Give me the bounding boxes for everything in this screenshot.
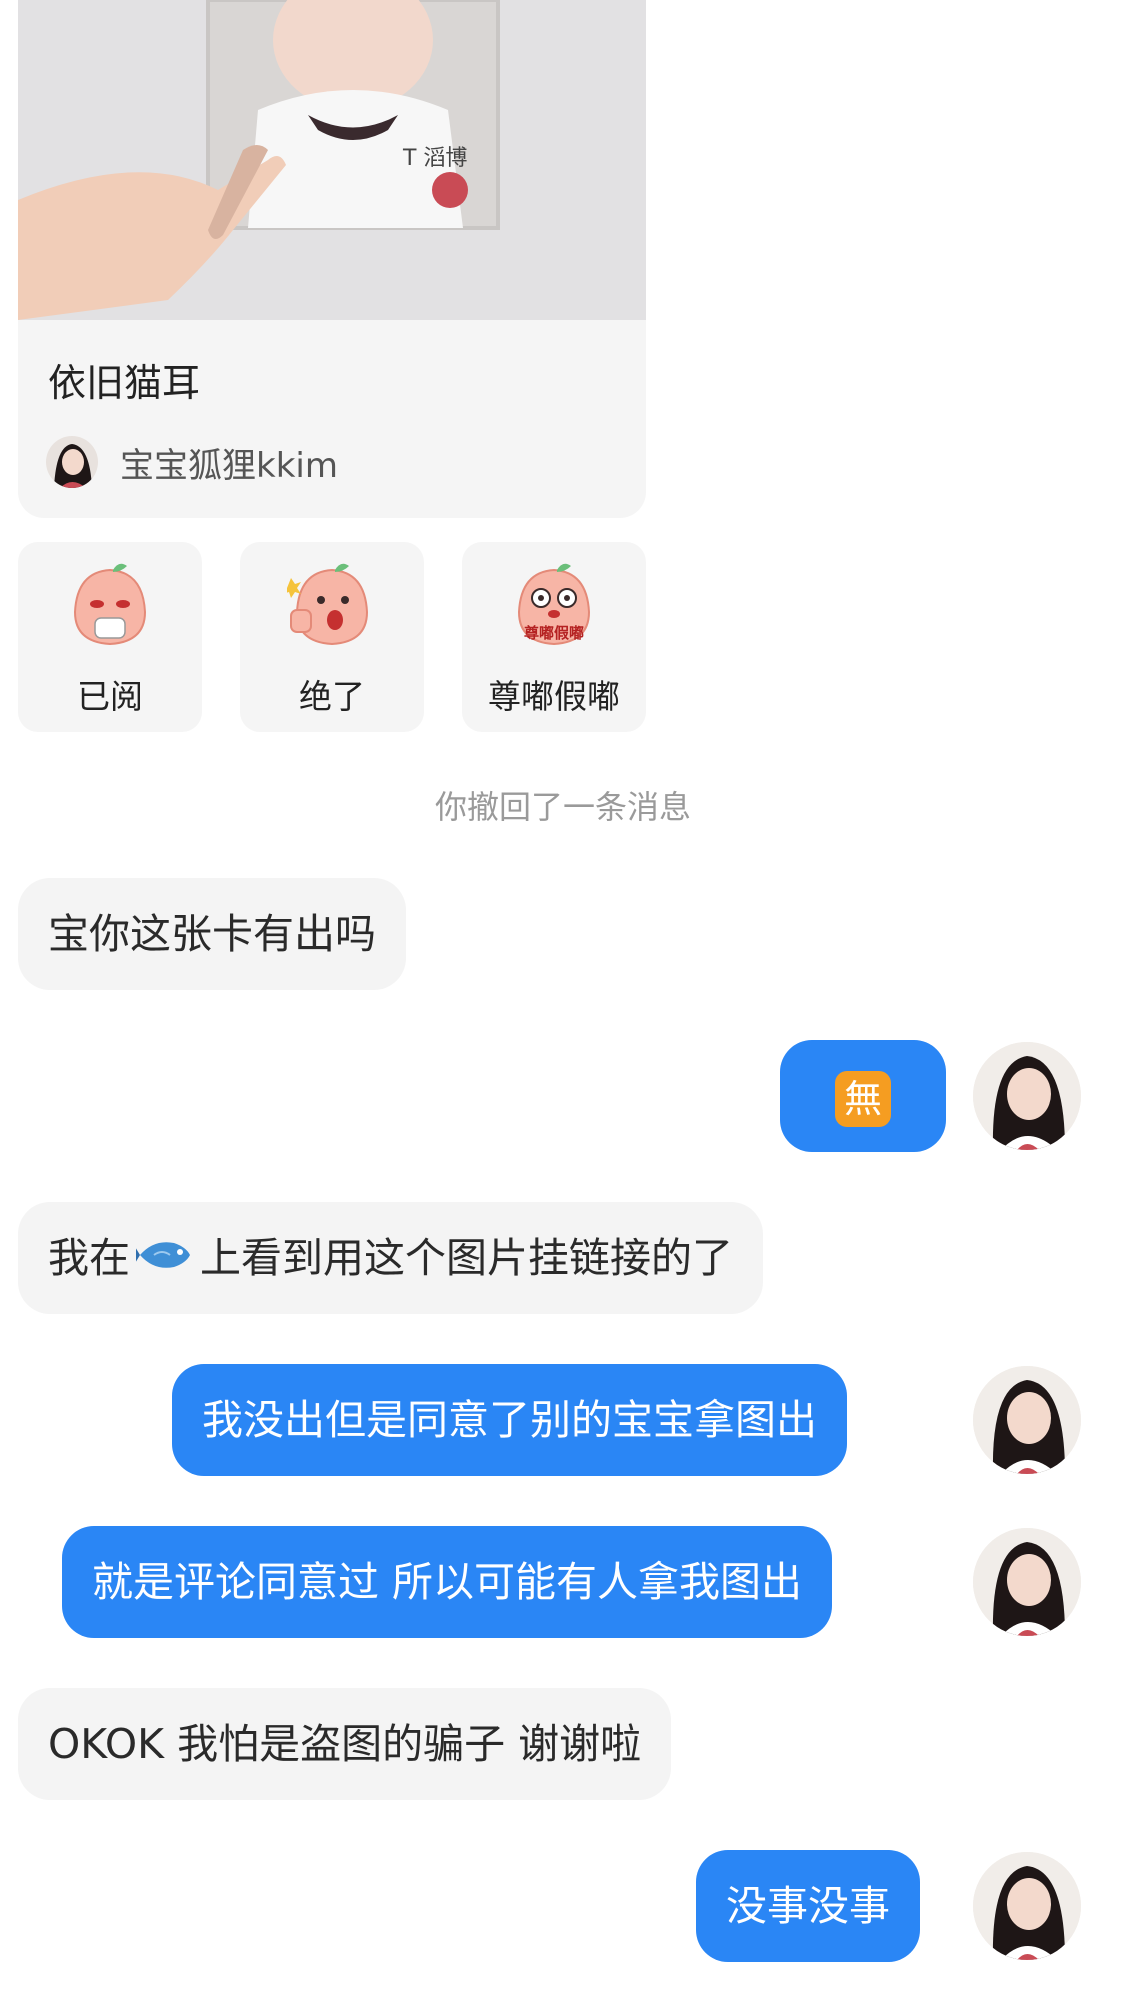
no-emoji-icon: 無	[835, 1071, 891, 1127]
sticker-overlay-text: 尊嘟假嘟	[524, 624, 584, 642]
message-text: OKOK 我怕是盗图的骗子 谢谢啦	[48, 1720, 642, 1768]
peach-sticker-surprised-icon: 尊嘟假嘟	[517, 563, 591, 646]
message-text: 我没出但是同意了别的宝宝拿图出	[202, 1396, 817, 1444]
outgoing-message[interactable]: 没事没事	[696, 1850, 920, 1962]
outgoing-message[interactable]: 無	[780, 1040, 946, 1152]
my-avatar[interactable]	[973, 1528, 1081, 1636]
sticker-label: 已阅	[77, 677, 143, 716]
svg-text:T 滔博: T 滔博	[402, 146, 467, 171]
post-title: 依旧猫耳	[48, 361, 201, 405]
outgoing-message[interactable]: 就是评论同意过 所以可能有人拿我图出	[62, 1526, 833, 1638]
fish-icon	[134, 1205, 194, 1317]
post-author[interactable]: 宝宝狐狸kkim	[120, 438, 338, 487]
incoming-message[interactable]: OKOK 我怕是盗图的骗子 谢谢啦	[18, 1688, 672, 1800]
incoming-message[interactable]: 我在 上看到用这个图片挂链接的了	[18, 1202, 763, 1314]
sticker-label: 绝了	[299, 677, 365, 716]
post-photo: T 滔博	[18, 0, 646, 320]
message-text: 没事没事	[726, 1882, 890, 1930]
peach-sticker-thumbs-up-icon	[287, 563, 369, 646]
outgoing-message[interactable]: 我没出但是同意了别的宝宝拿图出	[172, 1364, 847, 1476]
my-avatar[interactable]	[973, 1852, 1081, 1960]
shared-post-card[interactable]: T 滔博 依旧猫耳 宝宝狐狸kkim	[18, 0, 646, 518]
sticker-read[interactable]: 已阅	[18, 542, 202, 732]
message-text: 上看到用这个图片挂链接的了	[200, 1234, 733, 1282]
recall-notice: 你撤回了一条消息	[434, 788, 691, 826]
sticker-awesome[interactable]: 绝了	[240, 542, 424, 732]
my-avatar[interactable]	[973, 1366, 1081, 1474]
sticker-label: 尊嘟假嘟	[488, 677, 620, 716]
message-text: 宝你这张卡有出吗	[48, 910, 376, 958]
my-avatar[interactable]	[973, 1042, 1081, 1150]
peach-sticker-tea-icon	[73, 563, 147, 646]
sticker-really[interactable]: 尊嘟假嘟 尊嘟假嘟	[462, 542, 646, 732]
message-text: 我在	[48, 1234, 130, 1282]
message-text: 就是评论同意过 所以可能有人拿我图出	[92, 1558, 803, 1606]
author-avatar[interactable]	[46, 436, 98, 488]
incoming-message[interactable]: 宝你这张卡有出吗	[18, 878, 406, 990]
